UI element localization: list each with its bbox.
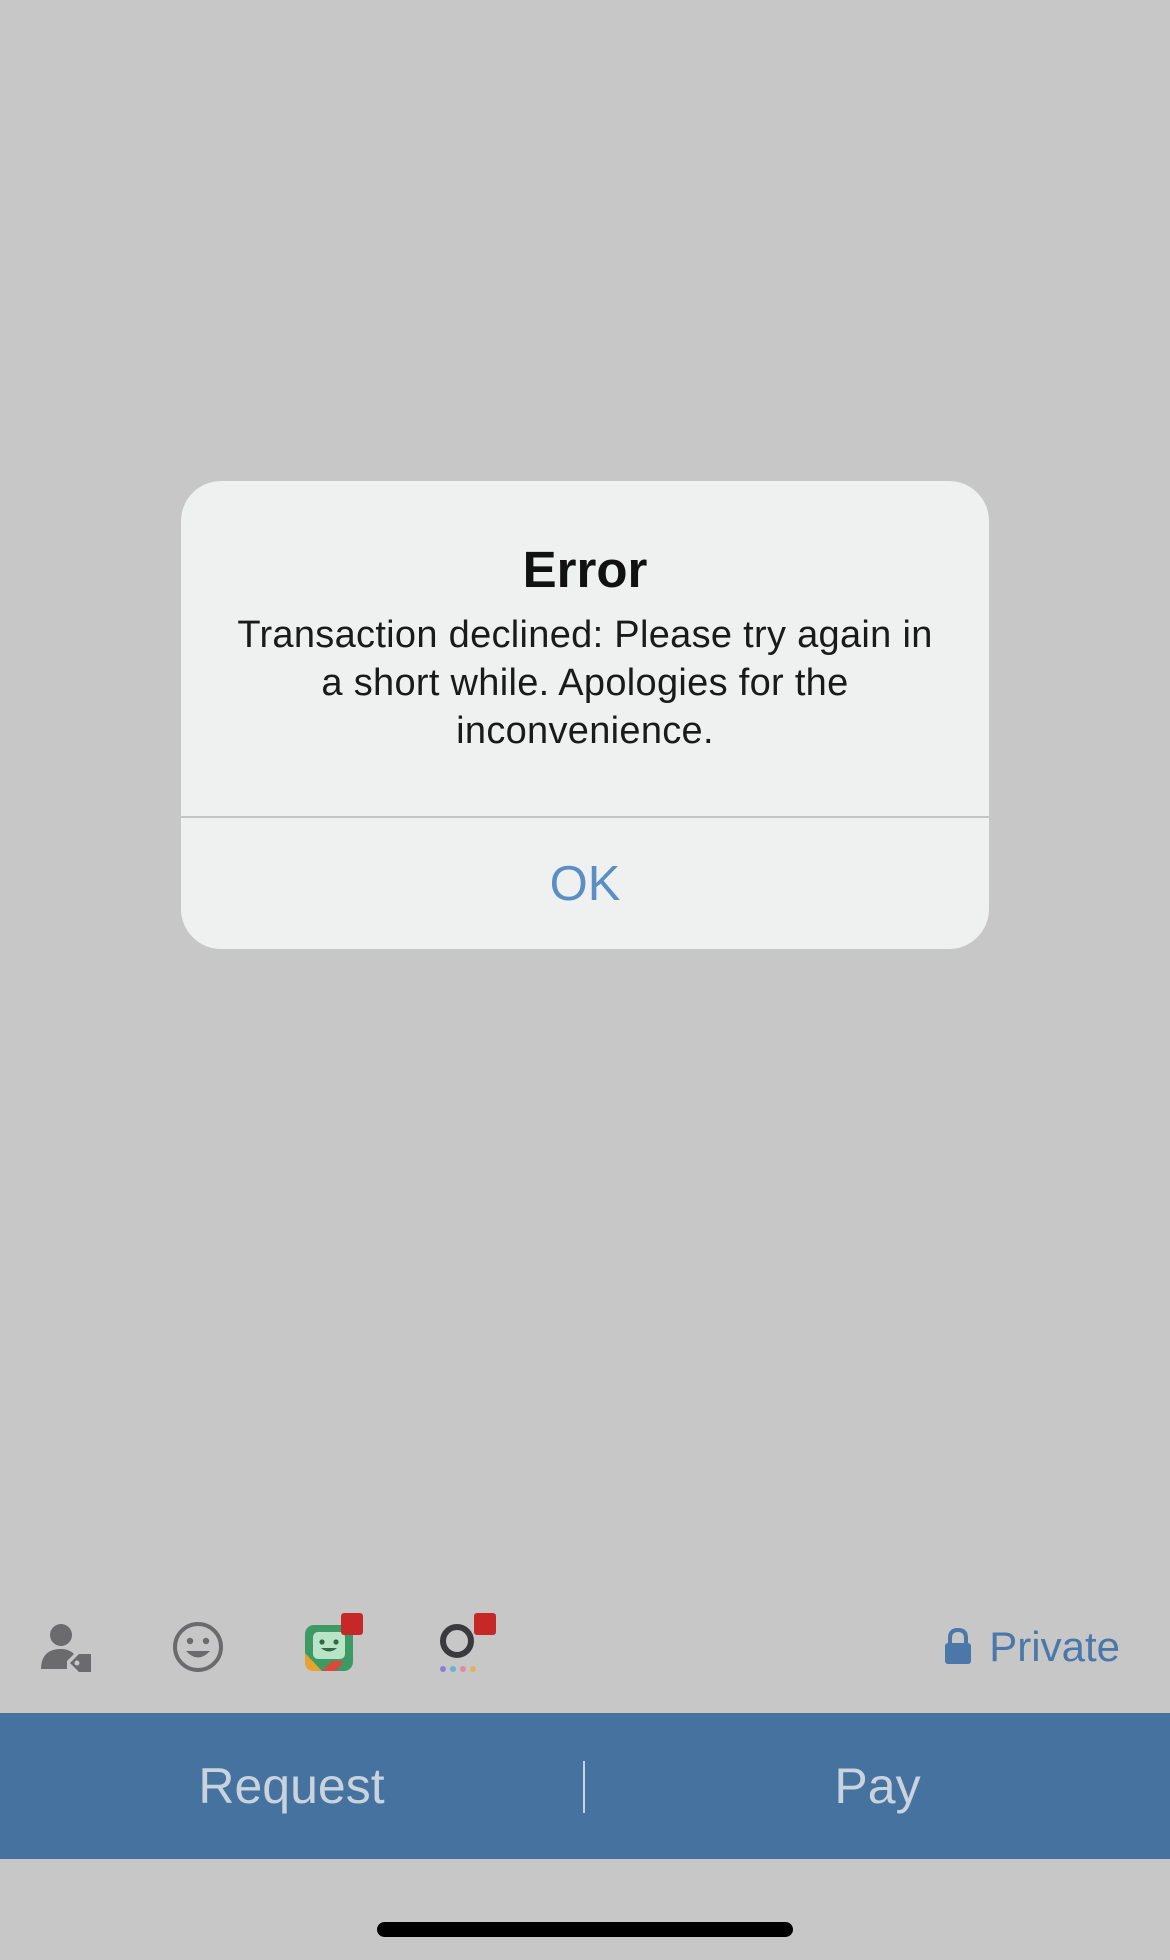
sticker-badge bbox=[341, 1613, 363, 1635]
privacy-label: Private bbox=[989, 1623, 1120, 1670]
privacy-selector[interactable]: Private bbox=[943, 1581, 1120, 1713]
pay-button[interactable]: Pay bbox=[585, 1713, 1170, 1859]
lock-icon bbox=[945, 1628, 972, 1664]
request-button[interactable]: Request bbox=[0, 1713, 583, 1859]
gif-badge bbox=[474, 1613, 496, 1635]
alert-title: Error bbox=[522, 541, 648, 598]
action-bar: Request Pay bbox=[0, 1713, 1170, 1859]
ok-button[interactable]: OK bbox=[181, 818, 989, 949]
sticker-icon[interactable] bbox=[295, 1581, 365, 1713]
smiley-icon[interactable] bbox=[163, 1581, 233, 1713]
home-indicator[interactable] bbox=[377, 1922, 793, 1937]
compose-toolbar: Private bbox=[0, 1581, 1170, 1713]
error-alert-dialog: Error Transaction declined: Please try a… bbox=[181, 481, 989, 949]
person-tag-icon[interactable] bbox=[30, 1581, 100, 1713]
alert-message: Transaction declined: Please try again i… bbox=[237, 614, 933, 752]
gif-icon[interactable] bbox=[428, 1581, 498, 1713]
